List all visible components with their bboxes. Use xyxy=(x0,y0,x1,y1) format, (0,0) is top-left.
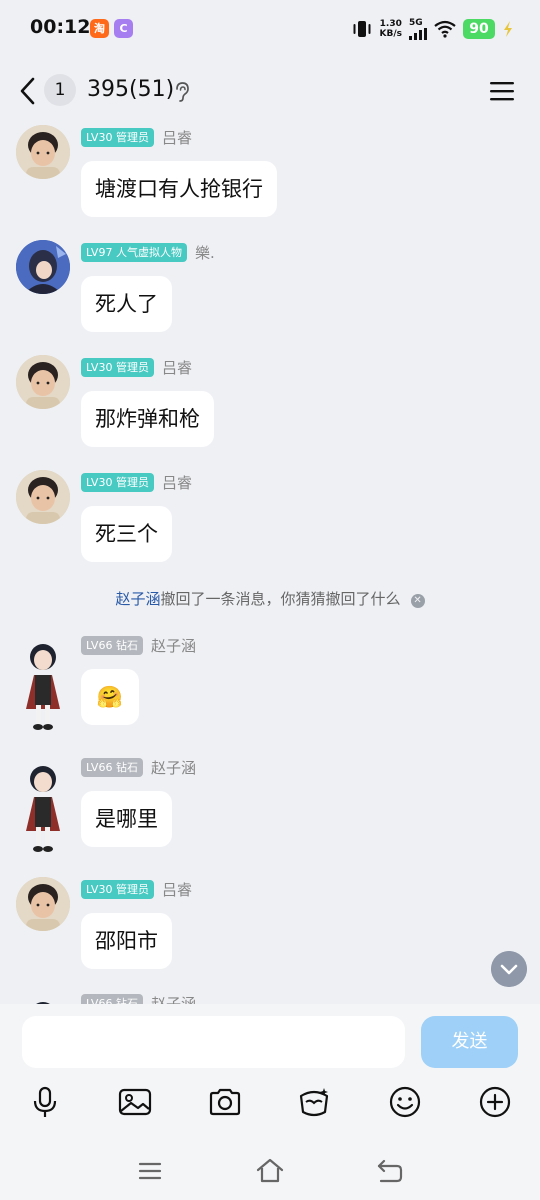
status-time: 00:12 xyxy=(30,16,91,38)
network-speed-unit: KB/s xyxy=(379,29,402,39)
sender-name[interactable]: 吕睿 xyxy=(162,357,192,378)
back-icon[interactable] xyxy=(375,1156,405,1186)
scroll-to-bottom-button[interactable] xyxy=(491,951,527,987)
wifi-icon xyxy=(434,20,456,38)
battery-indicator: 90 xyxy=(463,19,495,39)
back-button[interactable] xyxy=(14,73,44,109)
microphone-icon[interactable] xyxy=(27,1084,63,1120)
recall-notice: 赵子涵撤回了一条消息，你猜猜撤回了什么 ✕ xyxy=(0,588,540,612)
status-indicators: 1.30 KB/s 5G 90 xyxy=(351,16,514,42)
level-tag: LV66 钻石 xyxy=(81,635,143,655)
sender-name[interactable]: 樂. xyxy=(195,242,215,263)
sender-name[interactable]: 吕睿 xyxy=(162,879,192,900)
level-tag: LV30 管理员 xyxy=(81,472,154,492)
group-title[interactable]: 395(51) xyxy=(87,77,174,102)
cellular-signal: 5G xyxy=(409,17,427,40)
ear-icon[interactable] xyxy=(174,81,190,103)
sender-info: LV30 管理员 吕睿 xyxy=(81,127,192,147)
avatar[interactable] xyxy=(16,877,70,931)
notification-app-icon: C xyxy=(114,19,133,38)
message-bubble[interactable]: 死三个 xyxy=(81,506,172,562)
avatar[interactable] xyxy=(16,470,70,524)
level-tag: LV66 钻石 xyxy=(81,757,143,777)
input-area: 发送 xyxy=(0,1004,540,1200)
network-type: 5G xyxy=(409,17,423,28)
red-packet-icon[interactable] xyxy=(296,1084,332,1120)
avatar[interactable] xyxy=(16,355,70,409)
message-bubble[interactable]: 塘渡口有人抢银行 xyxy=(81,161,277,217)
home-icon[interactable] xyxy=(255,1156,285,1186)
avatar[interactable] xyxy=(16,759,70,855)
level-tag: LV30 管理员 xyxy=(81,127,154,147)
hugging-face-emoji: 🤗 xyxy=(96,685,124,709)
sender-name[interactable]: 赵子涵 xyxy=(151,757,196,778)
message-bubble[interactable]: 邵阳市 xyxy=(81,913,172,969)
network-speed: 1.30 KB/s xyxy=(380,19,402,39)
network-speed-value: 1.30 xyxy=(379,19,402,29)
level-tag: LV97 人气虚拟人物 xyxy=(81,242,187,262)
sender-name[interactable]: 赵子涵 xyxy=(151,635,196,656)
vibrate-icon xyxy=(353,21,371,37)
message-input[interactable] xyxy=(22,1016,405,1068)
recall-sender-name[interactable]: 赵子涵 xyxy=(115,590,160,608)
sender-info: LV30 管理员 吕睿 xyxy=(81,879,192,899)
sender-info: LV66 钻石 赵子涵 xyxy=(81,635,196,655)
message-bubble[interactable]: 🤗 xyxy=(81,669,139,725)
chat-header: 1 395(51) xyxy=(0,58,540,124)
level-tag: LV30 管理员 xyxy=(81,357,154,377)
sender-info: LV30 管理员 吕睿 xyxy=(81,357,192,377)
unread-count-badge[interactable]: 1 xyxy=(44,74,76,106)
signal-bars-icon xyxy=(409,27,427,40)
avatar[interactable] xyxy=(16,995,70,1004)
taobao-app-icon: 淘 xyxy=(90,19,109,38)
send-button[interactable]: 发送 xyxy=(421,1016,518,1068)
message-bubble[interactable]: 那炸弹和枪 xyxy=(81,391,214,447)
level-tag: LV30 管理员 xyxy=(81,879,154,899)
recent-apps-icon[interactable] xyxy=(135,1156,165,1186)
charging-icon xyxy=(504,21,512,37)
close-icon[interactable]: ✕ xyxy=(410,594,425,608)
message-bubble[interactable]: 死人了 xyxy=(81,276,172,332)
sender-info: LV30 管理员 吕睿 xyxy=(81,472,192,492)
message-bubble[interactable]: 是哪里 xyxy=(81,791,172,847)
sender-name[interactable]: 吕睿 xyxy=(162,472,192,493)
chat-message-list[interactable]: LV30 管理员 吕睿 塘渡口有人抢银行 LV97 人气虚拟人物 樂. 死人了 … xyxy=(0,124,540,1004)
menu-icon[interactable] xyxy=(488,78,516,104)
emoji-icon[interactable] xyxy=(387,1084,423,1120)
level-tag: LV66 钻石 xyxy=(81,993,143,1004)
avatar[interactable] xyxy=(16,125,70,179)
sender-name[interactable]: 吕睿 xyxy=(162,127,192,148)
recall-text: 撤回了一条消息，你猜猜撤回了什么 xyxy=(160,590,401,608)
input-toolbar xyxy=(0,1080,540,1124)
camera-icon[interactable] xyxy=(207,1084,243,1120)
sender-info: LV66 钻石 赵子涵 xyxy=(81,757,196,777)
status-bar: 00:12 淘 C 1.30 KB/s 5G 90 xyxy=(0,0,540,58)
avatar[interactable] xyxy=(16,240,70,294)
sender-name[interactable]: 赵子涵 xyxy=(151,993,196,1005)
plus-icon[interactable] xyxy=(477,1084,513,1120)
sender-info: LV97 人气虚拟人物 樂. xyxy=(81,242,215,262)
image-icon[interactable] xyxy=(117,1084,153,1120)
sender-info: LV66 钻石 赵子涵 xyxy=(81,993,196,1004)
avatar[interactable] xyxy=(16,637,70,733)
system-navigation-bar xyxy=(0,1150,540,1190)
